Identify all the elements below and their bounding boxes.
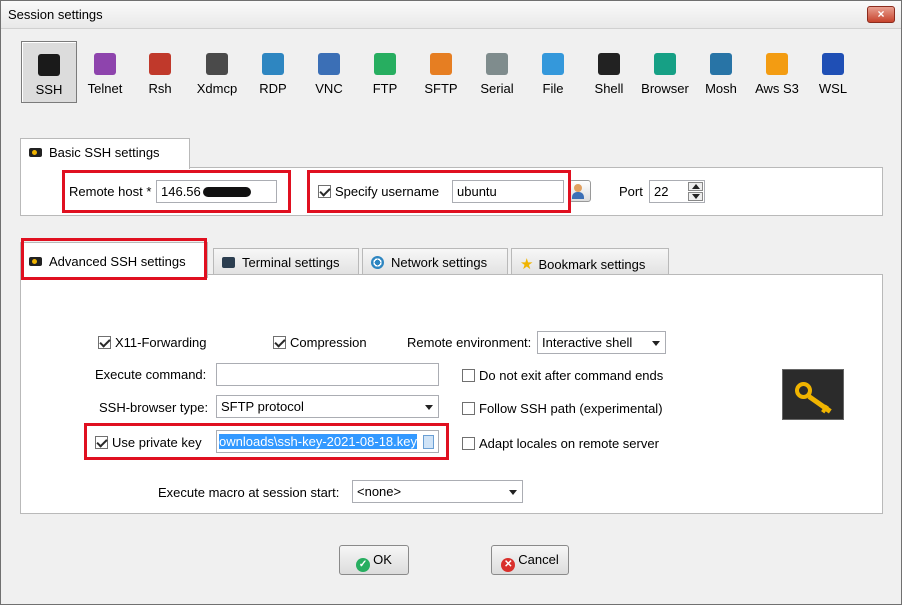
protocol-serial-button[interactable]: Serial <box>469 41 525 103</box>
star-icon: ★ <box>520 256 534 273</box>
annotation-highlight <box>84 423 449 460</box>
file-icon <box>542 53 564 75</box>
aws-s3-icon <box>766 53 788 75</box>
protocol-label: RDP <box>259 81 287 96</box>
checkbox-checked-icon <box>273 336 286 349</box>
checkbox-unchecked-icon <box>462 402 475 415</box>
compression-checkbox[interactable]: Compression <box>273 335 367 350</box>
network-icon <box>371 256 384 269</box>
protocol-label: Browser <box>641 81 689 96</box>
annotation-highlight <box>307 170 571 213</box>
telnet-icon <box>94 53 116 75</box>
chevron-down-icon <box>425 405 433 410</box>
serial-icon <box>486 53 508 75</box>
x11-forwarding-checkbox[interactable]: X11-Forwarding <box>98 335 207 350</box>
do-not-exit-checkbox[interactable]: Do not exit after command ends <box>462 368 663 383</box>
protocol-label: Rsh <box>148 81 172 96</box>
protocol-label: Serial <box>480 81 514 96</box>
checkbox-checked-icon <box>98 336 111 349</box>
protocol-label: File <box>542 81 564 96</box>
protocol-label: Telnet <box>87 81 123 96</box>
checkbox-unchecked-icon <box>462 437 475 450</box>
wrench-icon <box>29 148 42 157</box>
sftp-icon <box>430 53 452 75</box>
protocol-label: Mosh <box>705 81 737 96</box>
protocol-label: FTP <box>372 81 398 96</box>
ssh-browser-type-label: SSH-browser type: <box>99 400 209 415</box>
protocol-rdp-button[interactable]: RDP <box>245 41 301 103</box>
protocol-vnc-button[interactable]: VNC <box>301 41 357 103</box>
remote-environment-label: Remote environment: <box>407 335 532 350</box>
spinner-up-icon[interactable] <box>688 182 703 191</box>
protocol-label: WSL <box>818 81 848 96</box>
protocol-file-button[interactable]: File <box>525 41 581 103</box>
mosh-icon <box>710 53 732 75</box>
protocol-label: Xdmcp <box>196 81 238 96</box>
rsh-icon <box>149 53 171 75</box>
ssh-icon <box>38 54 60 76</box>
wsl-icon <box>822 53 844 75</box>
execute-command-label: Execute command: <box>95 367 207 382</box>
cancel-icon: ✕ <box>501 558 516 572</box>
chevron-down-icon <box>652 341 660 346</box>
tab-terminal-settings[interactable]: Terminal settings <box>213 248 359 274</box>
rdp-icon <box>262 53 284 75</box>
tab-basic-ssh-settings[interactable]: Basic SSH settings <box>20 138 190 169</box>
adapt-locales-checkbox[interactable]: Adapt locales on remote server <box>462 436 659 451</box>
checkbox-unchecked-icon <box>462 369 475 382</box>
protocol-ssh-button[interactable]: SSH <box>21 41 77 103</box>
close-button[interactable]: × <box>867 6 895 23</box>
protocol-label: Shell <box>594 81 624 96</box>
protocol-label: Aws S3 <box>755 81 799 96</box>
chevron-down-icon <box>509 490 517 495</box>
browser-icon <box>654 53 676 75</box>
execute-macro-label: Execute macro at session start: <box>158 485 340 500</box>
follow-ssh-path-checkbox[interactable]: Follow SSH path (experimental) <box>462 401 663 416</box>
key-icon <box>782 369 844 420</box>
advanced-settings-panel: X11-Forwarding Compression Remote enviro… <box>20 274 883 514</box>
check-icon: ✓ <box>356 558 371 572</box>
terminal-icon <box>222 257 235 268</box>
execute-macro-select[interactable]: <none> <box>352 480 523 503</box>
protocol-label: SFTP <box>424 81 458 96</box>
protocol-sftp-button[interactable]: SFTP <box>413 41 469 103</box>
protocol-xdmcp-button[interactable]: Xdmcp <box>189 41 245 103</box>
xdmcp-icon <box>206 53 228 75</box>
cancel-button[interactable]: ✕ Cancel <box>491 545 569 575</box>
protocol-mosh-button[interactable]: Mosh <box>693 41 749 103</box>
tab-bookmark-settings[interactable]: ★ Bookmark settings <box>511 248 669 274</box>
protocol-browser-button[interactable]: Browser <box>637 41 693 103</box>
user-icon <box>574 184 582 192</box>
session-settings-window: Session settings × SSH Telnet Rsh Xdmcp RDP V… <box>0 0 902 605</box>
protocol-telnet-button[interactable]: Telnet <box>77 41 133 103</box>
protocol-wsl-button[interactable]: WSL <box>805 41 861 103</box>
tab-network-settings[interactable]: Network settings <box>362 248 508 274</box>
annotation-highlight <box>21 238 207 280</box>
tab-label: Basic SSH settings <box>49 145 160 160</box>
port-label: Port <box>619 184 643 199</box>
user-manager-button[interactable] <box>569 180 591 202</box>
port-spinner[interactable]: 22 <box>649 180 705 203</box>
protocol-aws-s3-button[interactable]: Aws S3 <box>749 41 805 103</box>
protocol-ftp-button[interactable]: FTP <box>357 41 413 103</box>
remote-environment-select[interactable]: Interactive shell <box>537 331 666 354</box>
protocol-label: VNC <box>315 81 343 96</box>
execute-command-input[interactable] <box>216 363 439 386</box>
shell-icon <box>598 53 620 75</box>
ftp-icon <box>374 53 396 75</box>
protocol-rsh-button[interactable]: Rsh <box>132 41 188 103</box>
title-bar: Session settings × <box>1 1 901 29</box>
annotation-highlight <box>62 170 291 213</box>
vnc-icon <box>318 53 340 75</box>
tab-label: Bookmark settings <box>538 257 646 272</box>
window-title: Session settings <box>8 7 103 22</box>
spinner-down-icon[interactable] <box>688 192 703 201</box>
protocol-label: SSH <box>35 82 63 97</box>
close-icon: × <box>877 7 885 21</box>
tab-label: Network settings <box>391 255 488 270</box>
ssh-browser-type-select[interactable]: SFTP protocol <box>216 395 439 418</box>
tab-label: Terminal settings <box>242 255 340 270</box>
ok-button[interactable]: ✓ OK <box>339 545 409 575</box>
protocol-shell-button[interactable]: Shell <box>581 41 637 103</box>
